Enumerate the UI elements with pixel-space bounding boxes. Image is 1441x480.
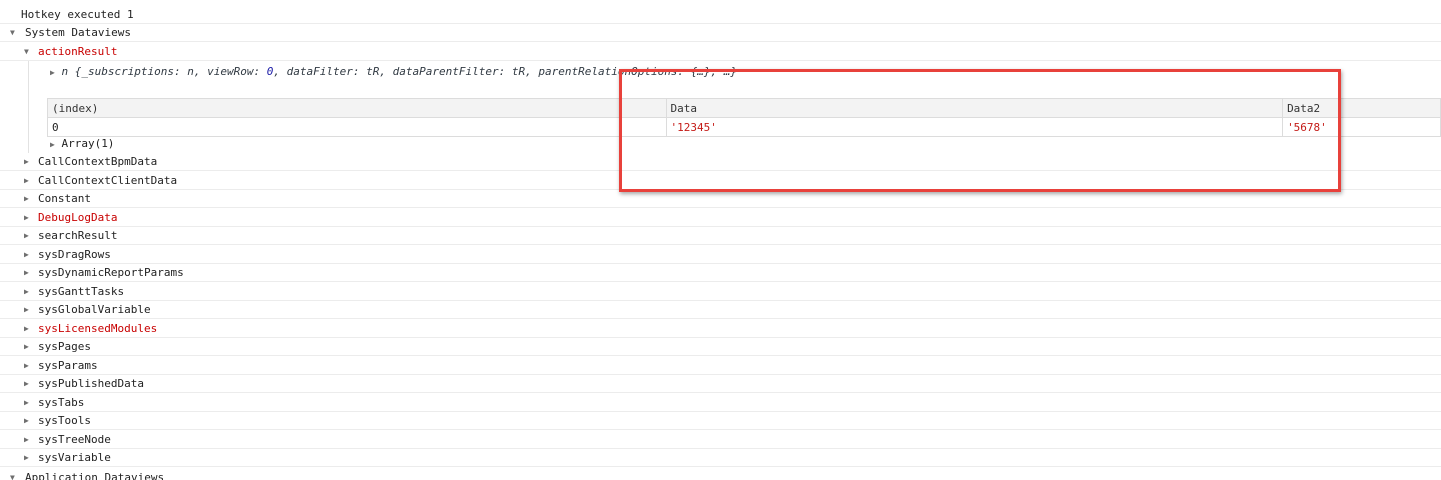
dataview-item[interactable]: ▶ sysGanttTasks: [0, 283, 1441, 301]
preview-value: tR: [511, 65, 526, 78]
expand-right-icon: ▶: [24, 342, 29, 351]
expand-right-icon: ▶: [24, 249, 29, 259]
dataview-item[interactable]: ▶ DebugLogData: [0, 209, 1441, 227]
dataview-item[interactable]: ▶ sysDragRows: [0, 246, 1441, 264]
console-table: (index) Data Data2 0 '12345' '5678': [47, 98, 1441, 137]
expand-right-icon: ▶: [24, 434, 29, 444]
array-label: Array(1): [61, 137, 115, 150]
preview-value: tR: [366, 65, 380, 78]
dataview-item[interactable]: ▶ sysTools: [0, 412, 1441, 430]
dataview-label: CallContextClientData: [38, 173, 178, 187]
preview-value: 0: [266, 65, 274, 78]
dataview-label: DebugLogData: [38, 210, 118, 224]
dataview-item[interactable]: ▶ sysLicensedModules: [0, 320, 1441, 338]
table-row: 0 '12345' '5678': [47, 117, 1441, 137]
dataview-item[interactable]: ▶ sysPages: [0, 338, 1441, 356]
expand-right-icon: ▶: [24, 379, 29, 388]
expand-down-icon: ▼: [10, 473, 15, 480]
dataview-label: sysParams: [38, 358, 98, 372]
group-system-dataviews[interactable]: ▼ System Dataviews: [0, 24, 1441, 42]
dataview-item[interactable]: ▶ sysPublishedData: [0, 375, 1441, 393]
expand-right-icon: ▶: [24, 453, 29, 462]
preview-key: viewRow:: [207, 65, 267, 78]
preview-value: {…}, …}: [690, 65, 738, 78]
dataview-item[interactable]: ▶ sysDynamicReportParams: [0, 264, 1441, 282]
dataview-item[interactable]: ▶ Constant: [0, 190, 1441, 208]
dataview-item[interactable]: ▶ sysVariable: [0, 449, 1441, 467]
dataview-item[interactable]: ▶ sysTreeNode: [0, 431, 1441, 449]
dataview-label: sysLicensedModules: [38, 321, 158, 335]
dataview-label: sysTools: [38, 414, 91, 427]
table-cell-index: 0: [47, 117, 667, 137]
group-application-dataviews[interactable]: ▼ Application Dataviews: [0, 469, 1441, 480]
column-header-data[interactable]: Data: [665, 98, 1284, 118]
expand-right-icon: ▶: [24, 286, 29, 296]
dataview-label: sysVariable: [38, 451, 111, 464]
expand-right-icon: ▶: [50, 140, 55, 149]
preview-prefix: n {: [61, 65, 82, 78]
dataview-label: searchResult: [38, 229, 118, 242]
dataview-label: sysDynamicReportParams: [38, 266, 184, 279]
column-header-index[interactable]: (index): [47, 98, 667, 118]
object-preview[interactable]: ▶ n {_subscriptions: n, viewRow: 0, data…: [50, 64, 737, 80]
dataview-label: sysTreeNode: [38, 432, 111, 446]
console-log-row: Hotkey executed 1: [0, 6, 1441, 24]
expand-right-icon: ▶: [24, 175, 29, 185]
dataview-label: sysPages: [38, 340, 91, 353]
dataview-label: sysPublishedData: [38, 377, 144, 390]
table-cell-data: '12345': [665, 117, 1284, 137]
group-indent-line: [28, 61, 29, 153]
expand-right-icon: ▶: [24, 360, 29, 370]
dataview-label: sysGanttTasks: [38, 284, 125, 298]
expand-down-icon: ▼: [24, 47, 29, 56]
group-action-result[interactable]: ▼ actionResult: [0, 43, 1441, 61]
dataview-label: sysDragRows: [38, 247, 111, 261]
table-cell-data2: '5678': [1282, 117, 1441, 137]
preview-key: dataFilter:: [286, 65, 367, 78]
column-header-data2[interactable]: Data2: [1282, 98, 1441, 118]
expand-right-icon: ▶: [24, 416, 29, 425]
expand-down-icon: ▼: [10, 28, 15, 37]
preview-key: parentRelationOptions:: [538, 65, 691, 78]
dataview-item[interactable]: ▶ sysTabs: [0, 394, 1441, 412]
group-label: Application Dataviews: [25, 471, 165, 480]
devtools-console: Hotkey executed 1 ▼ System Dataviews ▼ a…: [0, 0, 1441, 480]
group-label: actionResult: [38, 45, 118, 58]
expand-right-icon: ▶: [24, 212, 29, 222]
array-node[interactable]: ▶ Array(1): [50, 136, 114, 152]
dataview-label: Constant: [38, 192, 91, 205]
group-label: System Dataviews: [25, 26, 131, 39]
expand-right-icon: ▶: [24, 194, 29, 203]
expand-right-icon: ▶: [24, 268, 29, 277]
console-log-text: Hotkey executed 1: [21, 8, 134, 21]
preview-value: n: [187, 65, 194, 78]
dataview-label: sysGlobalVariable: [38, 303, 151, 316]
dataview-item[interactable]: ▶ searchResult: [0, 227, 1441, 245]
dataview-item[interactable]: ▶ sysGlobalVariable: [0, 301, 1441, 319]
expand-right-icon: ▶: [24, 305, 29, 314]
expand-right-icon: ▶: [50, 68, 55, 77]
expand-right-icon: ▶: [24, 323, 29, 333]
dataview-item[interactable]: ▶ CallContextBpmData: [0, 153, 1441, 171]
dataview-label: sysTabs: [38, 395, 85, 409]
expand-right-icon: ▶: [24, 157, 29, 166]
preview-key: dataParentFilter:: [392, 65, 512, 78]
dataview-label: CallContextBpmData: [38, 155, 158, 168]
preview-key: _subscriptions:: [81, 65, 188, 78]
expand-right-icon: ▶: [24, 231, 29, 240]
table-header-row: (index) Data Data2: [47, 98, 1441, 118]
dataview-item[interactable]: ▶ sysParams: [0, 357, 1441, 375]
expand-right-icon: ▶: [24, 397, 29, 407]
dataview-item[interactable]: ▶ CallContextClientData: [0, 172, 1441, 190]
